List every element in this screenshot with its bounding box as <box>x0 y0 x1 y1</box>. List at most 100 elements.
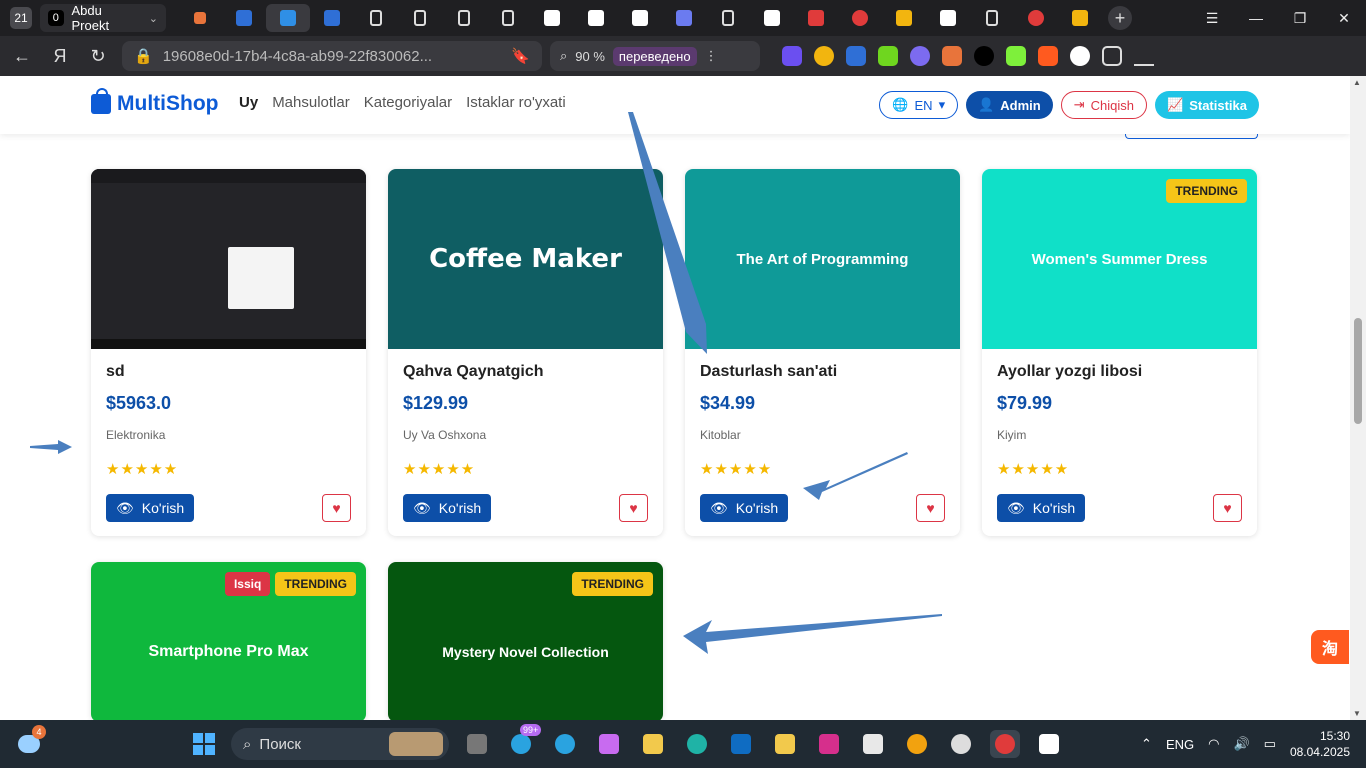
tab-item[interactable] <box>574 4 618 32</box>
browser-addressbar: ← Я ↻ 🔒 19608e0d-17b4-4c8a-ab99-22f83006… <box>0 36 1366 76</box>
task-view-icon[interactable] <box>462 730 492 758</box>
new-tab-button[interactable]: + <box>1108 6 1132 30</box>
profile-name: Abdu Proekt <box>71 3 110 33</box>
chevron-up-icon[interactable]: ⌃ <box>1141 736 1152 752</box>
translate-status[interactable]: переведено <box>612 46 697 66</box>
zoom-icon: ⌕ <box>560 48 568 63</box>
extension-icon[interactable] <box>782 46 802 66</box>
taobao-widget[interactable]: 淘 <box>1311 630 1349 664</box>
extensions-puzzle-icon[interactable] <box>1102 46 1122 66</box>
tab-item[interactable] <box>926 4 970 32</box>
menu-icon[interactable]: ☰ <box>1190 0 1234 36</box>
yandex-browser-icon[interactable] <box>990 730 1020 758</box>
search-highlight-image <box>389 732 443 756</box>
tab-item[interactable] <box>838 4 882 32</box>
telegram-icon[interactable]: 99+ <box>506 724 542 758</box>
files-icon[interactable] <box>770 730 800 758</box>
tab-favicon-icon <box>764 10 780 26</box>
extension-icon[interactable] <box>878 46 898 66</box>
scroll-thumb[interactable] <box>1354 318 1362 424</box>
bitcoin-icon[interactable] <box>974 46 994 66</box>
metamask-icon[interactable] <box>942 46 962 66</box>
annotation-arrows <box>30 112 942 654</box>
scroll-down-icon[interactable]: ▼ <box>1353 709 1361 718</box>
tab-item[interactable] <box>1058 4 1102 32</box>
tab-item[interactable] <box>750 4 794 32</box>
chatgpt-icon[interactable] <box>946 730 976 758</box>
tab-item[interactable] <box>178 4 222 32</box>
volume-icon[interactable]: 🔊 <box>1233 736 1249 752</box>
tab-item[interactable] <box>530 4 574 32</box>
document-icon <box>414 10 426 26</box>
app-icon[interactable] <box>1034 730 1064 758</box>
tab-favicon-icon <box>940 10 956 26</box>
tab-item[interactable] <box>310 4 354 32</box>
extension-icon[interactable] <box>846 46 866 66</box>
close-icon[interactable]: ✕ <box>1322 0 1366 36</box>
minimize-icon[interactable]: — <box>1234 0 1278 36</box>
document-icon <box>986 10 998 26</box>
file-explorer-icon[interactable] <box>638 730 668 758</box>
document-icon <box>370 10 382 26</box>
tab-favicon-icon <box>236 10 252 26</box>
taskbar-search[interactable]: ⌕ Поиск <box>231 728 449 760</box>
tab-item[interactable] <box>222 4 266 32</box>
clock-date: 08.04.2025 <box>1289 745 1350 759</box>
page-scrollbar[interactable]: ▲ ▼ <box>1350 76 1366 720</box>
extension-icon[interactable] <box>910 46 930 66</box>
tab-item[interactable] <box>354 4 398 32</box>
tab-item[interactable] <box>1014 4 1058 32</box>
tab-item-active[interactable] <box>266 4 310 32</box>
restore-icon[interactable]: ❐ <box>1278 0 1322 36</box>
telegram-badge: 99+ <box>520 724 542 736</box>
clock[interactable]: 15:30 08.04.2025 <box>1290 728 1350 760</box>
wifi-icon[interactable]: ◠ <box>1208 736 1219 752</box>
yandex-home-icon[interactable]: Я <box>44 40 76 72</box>
battery-icon[interactable]: ▭ <box>1264 736 1276 752</box>
tab-item[interactable] <box>882 4 926 32</box>
page-tools: ⌕ 90 % переведено ⋮ <box>550 41 760 71</box>
instagram-icon[interactable] <box>814 730 844 758</box>
zoom-level[interactable]: 90 % <box>575 49 605 64</box>
telegram-icon[interactable] <box>550 730 580 758</box>
extension-icon[interactable] <box>1038 46 1058 66</box>
tab-favicon-icon <box>1072 10 1088 26</box>
scroll-up-icon[interactable]: ▲ <box>1353 78 1361 87</box>
annotation-arrow <box>30 440 72 454</box>
tab-item[interactable] <box>706 4 750 32</box>
tab-item[interactable] <box>398 4 442 32</box>
tab-item[interactable] <box>486 4 530 32</box>
profile-tab[interactable]: 0 Abdu Proekt ⌄ <box>40 3 166 33</box>
app-icon[interactable] <box>902 730 932 758</box>
copilot-icon[interactable] <box>594 730 624 758</box>
back-icon[interactable]: ← <box>6 40 38 72</box>
tab-favicon-icon <box>676 10 692 26</box>
more-icon[interactable]: ⋮ <box>705 48 718 64</box>
tab-favicon-icon <box>324 10 340 26</box>
tab-strip <box>178 4 1102 32</box>
tab-item[interactable] <box>794 4 838 32</box>
tab-item[interactable] <box>618 4 662 32</box>
weather-widget[interactable]: 4 <box>18 725 46 757</box>
profile-count: 0 <box>48 10 64 26</box>
url-field[interactable]: 🔒 19608e0d-17b4-4c8a-ab99-22f830062... 🔖 <box>122 41 542 71</box>
language-indicator[interactable]: ENG <box>1166 737 1194 752</box>
bookmark-icon[interactable]: 🔖 <box>511 47 530 65</box>
window-controls: ☰ — ❐ ✕ <box>1190 0 1366 36</box>
clock-time: 15:30 <box>1319 729 1350 743</box>
download-icon[interactable] <box>1134 46 1154 66</box>
taskbar-apps: 99+ <box>462 724 1064 758</box>
reload-icon[interactable]: ↻ <box>82 40 114 72</box>
extension-icon[interactable] <box>1070 46 1090 66</box>
tab-item[interactable] <box>442 4 486 32</box>
amazon-icon <box>588 10 604 26</box>
tab-item[interactable] <box>662 4 706 32</box>
windows-start-icon[interactable] <box>193 733 215 755</box>
extension-icon[interactable] <box>814 46 834 66</box>
tab-counter[interactable]: 21 <box>10 7 32 29</box>
store-icon[interactable] <box>858 730 888 758</box>
extension-icon[interactable] <box>1006 46 1026 66</box>
tab-item[interactable] <box>970 4 1014 32</box>
edge-icon[interactable] <box>682 730 712 758</box>
outlook-icon[interactable] <box>726 730 756 758</box>
